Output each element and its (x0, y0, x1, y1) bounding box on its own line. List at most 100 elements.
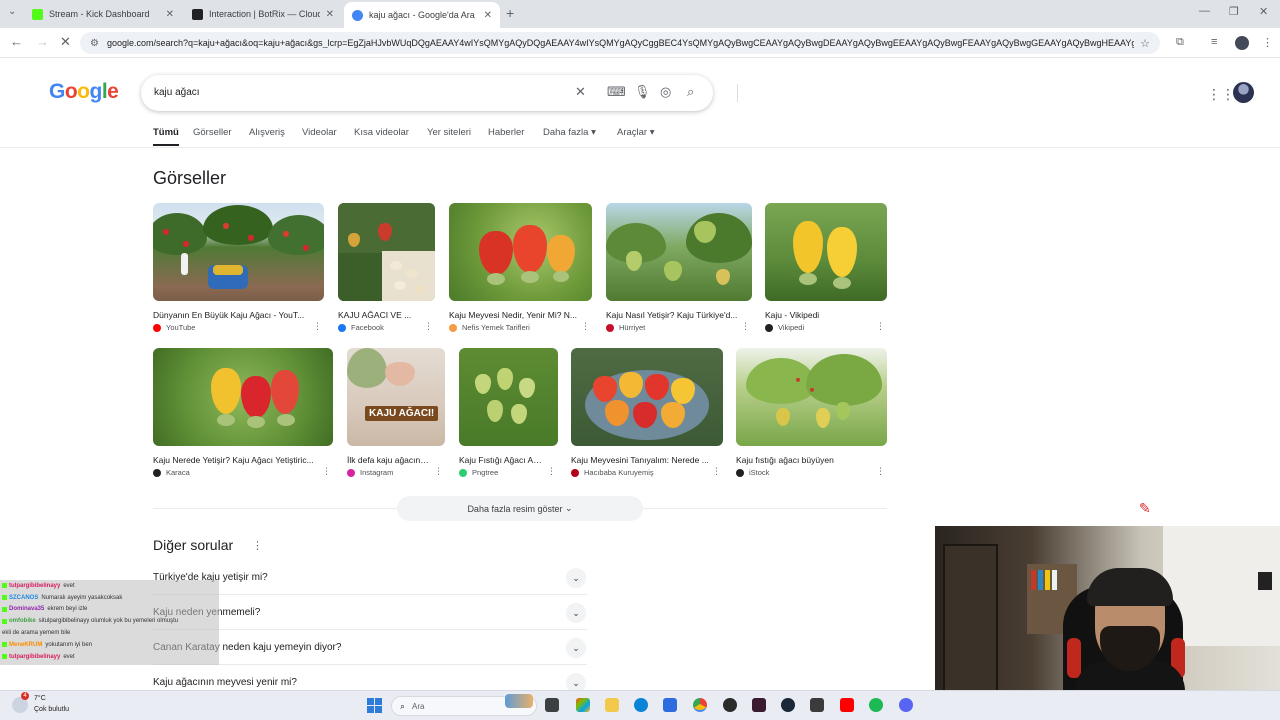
close-icon[interactable]: ✕ (326, 9, 334, 20)
image-caption[interactable]: Kaju Nerede Yetişir? Kaju Ağacı Yetiştir… (153, 455, 333, 465)
more-options-icon[interactable]: ⋮ (876, 321, 885, 332)
image-thumbnail[interactable]: KAJU AĞACI! (347, 348, 445, 446)
image-source[interactable]: Pngtree (459, 468, 558, 477)
store-icon[interactable] (663, 698, 677, 712)
search-box[interactable]: ✕ ⌨ 🎙 ◎ ⌕ (141, 75, 738, 111)
more-options-icon[interactable]: ⋮ (712, 466, 721, 477)
search-input[interactable] (154, 87, 554, 98)
image-source[interactable]: Hacıbaba Kuruyemiş (571, 468, 723, 477)
more-options-icon[interactable]: ⋮ (252, 539, 263, 552)
tab-web[interactable]: Yer siteleri (427, 127, 471, 138)
more-options-icon[interactable]: ⋮ (424, 321, 433, 332)
image-result[interactable]: KAJU AĞACI! İlk defa kaju ağacının... In… (347, 348, 445, 477)
spotify-icon[interactable] (869, 698, 883, 712)
site-info-icon[interactable]: ⚙ (90, 38, 99, 49)
stop-loading-button[interactable]: ✕ (60, 34, 71, 50)
more-options-icon[interactable]: ⋮ (322, 466, 331, 477)
image-thumbnail[interactable] (765, 203, 887, 301)
maximize-button[interactable]: ❐ (1229, 5, 1239, 18)
image-caption[interactable]: Kaju Nasıl Yetişir? Kaju Türkiye'd... (606, 310, 752, 320)
chrome-icon[interactable] (693, 698, 707, 712)
image-thumbnail[interactable] (338, 203, 435, 301)
image-result[interactable]: Kaju Nerede Yetişir? Kaju Ağacı Yetiştir… (153, 348, 333, 477)
more-options-icon[interactable]: ⋮ (547, 466, 556, 477)
image-caption[interactable]: Kaju Meyvesini Tanıyalım: Nerede ... (571, 455, 723, 465)
close-window-button[interactable]: ✕ (1259, 5, 1268, 18)
image-thumbnail[interactable] (459, 348, 558, 446)
media-control-icon[interactable]: ≡ (1211, 36, 1217, 48)
tab-botrix[interactable]: Interaction | BotRix — Cloud St ✕ (184, 4, 342, 24)
image-caption[interactable]: Kaju Meyvesi Nedir, Yenir Mi? N... (449, 310, 592, 320)
bookmark-star-icon[interactable]: ☆ (1140, 37, 1150, 50)
lens-icon[interactable]: ◎ (660, 84, 671, 100)
image-result[interactable]: Kaju Fıstığı Ağacı Asıl... Pngtree ⋮ (459, 348, 558, 477)
image-thumbnail[interactable] (153, 348, 333, 446)
image-result[interactable]: Kaju fıstığı ağacı büyüyen iStock ⋮ (736, 348, 887, 477)
keyboard-icon[interactable]: ⌨ (607, 84, 626, 100)
youtube-icon[interactable] (840, 698, 854, 712)
tab-images[interactable]: Görseller (193, 127, 232, 138)
capcut-icon[interactable] (752, 698, 766, 712)
file-explorer-icon[interactable] (605, 698, 619, 712)
search-icon[interactable]: ⌕ (687, 84, 694, 100)
search-highlight-icon[interactable] (505, 694, 533, 708)
image-source[interactable]: Karaca (153, 468, 333, 477)
minimize-button[interactable]: — (1199, 5, 1210, 17)
image-result[interactable]: Kaju Meyvesini Tanıyalım: Nerede ... Hac… (571, 348, 723, 477)
image-result[interactable]: Kaju - Vikipedi Vikipedi ⋮ (765, 203, 887, 332)
image-caption[interactable]: Kaju fıstığı ağacı büyüyen (736, 455, 887, 465)
clear-icon[interactable]: ✕ (575, 84, 586, 100)
widgets-icon[interactable] (576, 698, 590, 712)
windows-start-icon[interactable] (367, 698, 382, 713)
image-source[interactable]: Nefis Yemek Tarifleri (449, 323, 592, 332)
weather-temperature[interactable]: 7°C (34, 695, 46, 702)
more-options-icon[interactable]: ⋮ (876, 466, 885, 477)
chevron-down-icon[interactable]: ⌄ (566, 568, 586, 588)
microphone-icon[interactable]: 🎙 (634, 84, 651, 100)
image-source[interactable]: iStock (736, 468, 887, 477)
image-source[interactable]: Instagram (347, 468, 445, 477)
obs-icon[interactable] (723, 698, 737, 712)
tab-videos[interactable]: Videolar (302, 127, 337, 138)
image-caption[interactable]: Kaju Fıstığı Ağacı Asıl... (459, 455, 558, 465)
more-options-icon[interactable]: ⋮ (434, 466, 443, 477)
image-thumbnail[interactable] (606, 203, 752, 301)
image-source[interactable]: YouTube (153, 323, 324, 332)
more-options-icon[interactable]: ⋮ (581, 321, 590, 332)
image-result[interactable]: Kaju Nasıl Yetişir? Kaju Türkiye'd... Hü… (606, 203, 752, 332)
app-icon[interactable] (810, 698, 824, 712)
more-options-icon[interactable]: ⋮ (741, 321, 750, 332)
show-more-images-button[interactable]: Daha fazla resim göster ⌄ (397, 496, 643, 521)
browser-menu-icon[interactable]: ⋮ (1262, 36, 1273, 49)
google-apps-icon[interactable]: ⋮⋮ (1207, 86, 1235, 103)
image-thumbnail[interactable] (571, 348, 723, 446)
image-caption[interactable]: Dünyanın En Büyük Kaju Ağacı - YouT... (153, 310, 324, 320)
steam-icon[interactable] (781, 698, 795, 712)
tab-search-icon[interactable]: ⌄ (8, 6, 16, 17)
image-result[interactable]: Dünyanın En Büyük Kaju Ağacı - YouT... Y… (153, 203, 324, 332)
chevron-down-icon[interactable]: ⌄ (566, 603, 586, 623)
address-bar[interactable]: ⚙ google.com/search?q=kaju+ağacı&oq=kaju… (80, 32, 1160, 54)
image-caption[interactable]: KAJU AĞACI VE ... (338, 310, 435, 320)
image-thumbnail[interactable] (153, 203, 324, 301)
tab-short-videos[interactable]: Kısa videolar (354, 127, 409, 138)
image-caption[interactable]: İlk defa kaju ağacının... (347, 455, 445, 465)
image-thumbnail[interactable] (736, 348, 887, 446)
forward-button[interactable]: → (36, 34, 49, 49)
back-button[interactable]: ← (10, 34, 23, 49)
tab-shopping[interactable]: Alışveriş (249, 127, 285, 138)
edge-icon[interactable] (634, 698, 648, 712)
weather-description[interactable]: Çok bulutlu (34, 706, 69, 713)
tab-tools[interactable]: Araçlar ▾ (617, 127, 655, 138)
google-logo[interactable]: Google (49, 80, 119, 104)
tab-news[interactable]: Haberler (488, 127, 524, 138)
image-source[interactable]: Vikipedi (765, 323, 887, 332)
tab-google-search[interactable]: kaju ağacı - Google'da Ara ✕ (344, 2, 500, 28)
image-thumbnail[interactable] (449, 203, 592, 301)
task-view-icon[interactable] (545, 698, 559, 712)
extensions-icon[interactable]: ⧉ (1176, 36, 1184, 49)
discord-icon[interactable] (899, 698, 913, 712)
chevron-down-icon[interactable]: ⌄ (566, 638, 586, 658)
image-source[interactable]: Hürriyet (606, 323, 752, 332)
close-icon[interactable]: ✕ (166, 9, 174, 20)
